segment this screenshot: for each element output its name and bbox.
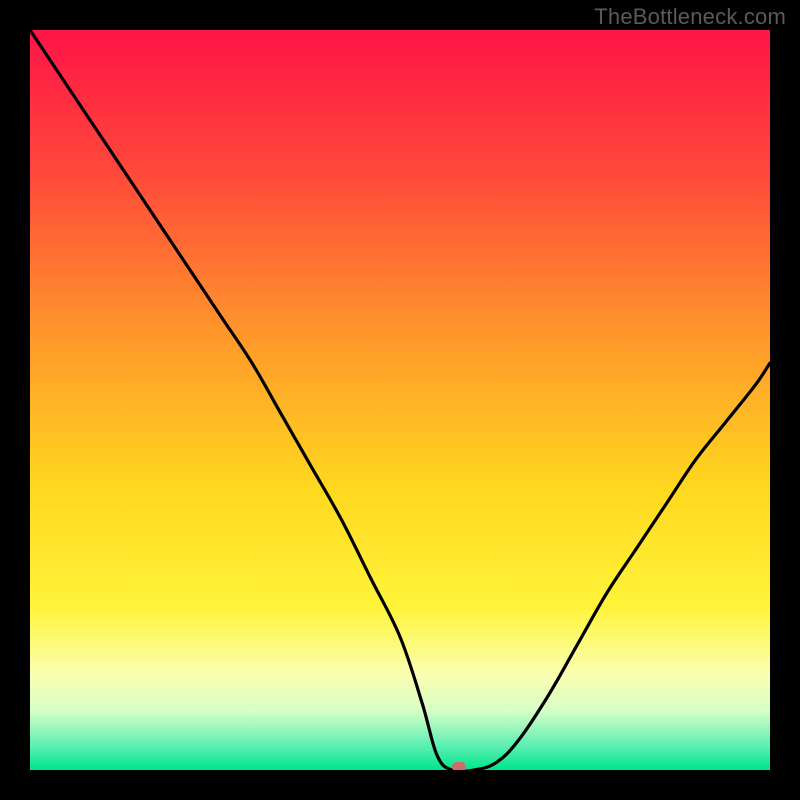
plot-area	[30, 30, 770, 770]
minimum-marker	[452, 762, 466, 770]
chart-container: TheBottleneck.com	[0, 0, 800, 800]
bottleneck-curve	[30, 30, 770, 770]
watermark-text: TheBottleneck.com	[594, 4, 786, 30]
